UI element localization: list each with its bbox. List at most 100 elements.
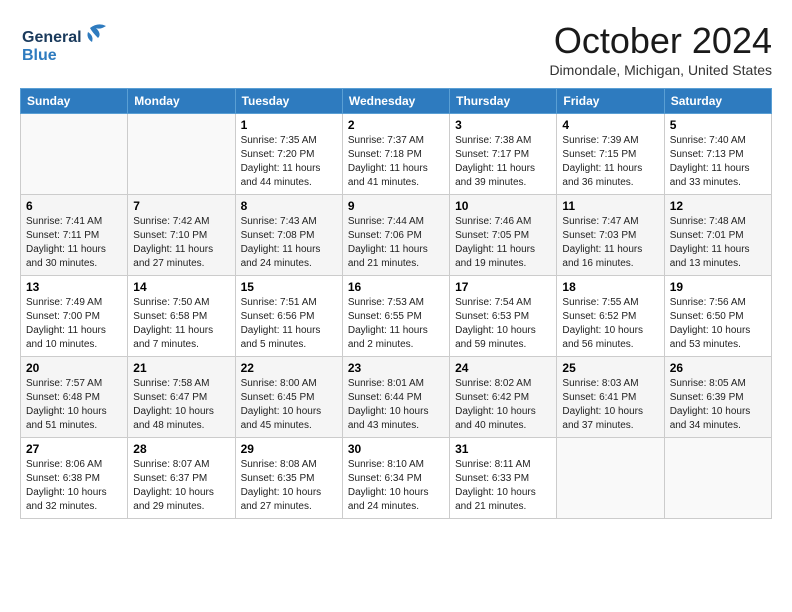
day-number: 4 (562, 118, 658, 132)
day-header-tuesday: Tuesday (235, 89, 342, 114)
day-info: Sunrise: 8:10 AMSunset: 6:34 PMDaylight:… (348, 458, 444, 514)
calendar-cell (664, 438, 771, 519)
day-number: 27 (26, 442, 122, 456)
calendar-cell: 9Sunrise: 7:44 AMSunset: 7:06 PMDaylight… (342, 195, 449, 276)
calendar-cell: 13 Sunrise: 7:49 AMSunset: 7:00 PMDayligh… (21, 276, 128, 357)
day-info: Sunrise: 7:51 AMSunset: 6:56 PMDaylight:… (241, 296, 337, 352)
calendar-cell: 5 Sunrise: 7:40 AMSunset: 7:13 PMDaylight… (664, 114, 771, 195)
day-number: 11 (562, 199, 658, 213)
calendar-cell: 31 Sunrise: 8:11 AMSunset: 6:33 PMDayligh… (450, 438, 557, 519)
calendar-cell: 7Sunrise: 7:42 AMSunset: 7:10 PMDaylight… (128, 195, 235, 276)
day-info: Sunrise: 7:43 AMSunset: 7:08 PMDaylight:… (241, 215, 337, 271)
day-info: Sunrise: 7:37 AMSunset: 7:18 PMDaylight:… (348, 134, 444, 190)
day-info: Sunrise: 8:11 AMSunset: 6:33 PMDaylight:… (455, 458, 551, 514)
day-info: Sunrise: 7:56 AMSunset: 6:50 PMDaylight:… (670, 296, 766, 352)
day-number: 24 (455, 361, 551, 375)
day-number: 14 (133, 280, 229, 294)
day-number: 30 (348, 442, 444, 456)
day-info: Sunrise: 8:02 AMSunset: 6:42 PMDaylight:… (455, 377, 551, 433)
calendar-cell: 19 Sunrise: 7:56 AMSunset: 6:50 PMDayligh… (664, 276, 771, 357)
calendar-table: SundayMondayTuesdayWednesdayThursdayFrid… (20, 88, 772, 519)
day-number: 8 (241, 199, 337, 213)
calendar-cell: 26 Sunrise: 8:05 AMSunset: 6:39 PMDayligh… (664, 357, 771, 438)
logo: General Blue (20, 20, 110, 70)
title-block: October 2024 Dimondale, Michigan, United… (549, 20, 772, 78)
day-number: 23 (348, 361, 444, 375)
day-number: 2 (348, 118, 444, 132)
calendar-cell: 15Sunrise: 7:51 AMSunset: 6:56 PMDayligh… (235, 276, 342, 357)
calendar-cell: 12 Sunrise: 7:48 AMSunset: 7:01 PMDayligh… (664, 195, 771, 276)
calendar-week-5: 27 Sunrise: 8:06 AMSunset: 6:38 PMDayligh… (21, 438, 772, 519)
calendar-cell: 28Sunrise: 8:07 AMSunset: 6:37 PMDayligh… (128, 438, 235, 519)
day-number: 19 (670, 280, 766, 294)
calendar-cell: 3Sunrise: 7:38 AMSunset: 7:17 PMDaylight… (450, 114, 557, 195)
day-number: 9 (348, 199, 444, 213)
calendar-cell: 22 Sunrise: 8:00 AMSunset: 6:45 PMDayligh… (235, 357, 342, 438)
day-info: Sunrise: 7:41 AMSunset: 7:11 PMDaylight:… (26, 215, 122, 271)
day-info: Sunrise: 7:50 AMSunset: 6:58 PMDaylight:… (133, 296, 229, 352)
day-number: 3 (455, 118, 551, 132)
day-info: Sunrise: 8:03 AMSunset: 6:41 PMDaylight:… (562, 377, 658, 433)
day-number: 1 (241, 118, 337, 132)
calendar-cell: 24 Sunrise: 8:02 AMSunset: 6:42 PMDayligh… (450, 357, 557, 438)
day-number: 5 (670, 118, 766, 132)
day-number: 22 (241, 361, 337, 375)
day-info: Sunrise: 8:06 AMSunset: 6:38 PMDaylight:… (26, 458, 122, 514)
calendar-cell: 6 Sunrise: 7:41 AMSunset: 7:11 PMDaylight… (21, 195, 128, 276)
day-info: Sunrise: 8:05 AMSunset: 6:39 PMDaylight:… (670, 377, 766, 433)
logo-svg: General Blue (20, 20, 110, 70)
calendar-week-2: 6 Sunrise: 7:41 AMSunset: 7:11 PMDaylight… (21, 195, 772, 276)
day-info: Sunrise: 7:40 AMSunset: 7:13 PMDaylight:… (670, 134, 766, 190)
day-header-saturday: Saturday (664, 89, 771, 114)
calendar-cell (557, 438, 664, 519)
calendar-cell: 27 Sunrise: 8:06 AMSunset: 6:38 PMDayligh… (21, 438, 128, 519)
calendar-cell: 16Sunrise: 7:53 AMSunset: 6:55 PMDayligh… (342, 276, 449, 357)
calendar-cell: 23Sunrise: 8:01 AMSunset: 6:44 PMDayligh… (342, 357, 449, 438)
day-info: Sunrise: 7:47 AMSunset: 7:03 PMDaylight:… (562, 215, 658, 271)
day-header-sunday: Sunday (21, 89, 128, 114)
calendar-week-1: 1 Sunrise: 7:35 AMSunset: 7:20 PMDaylight… (21, 114, 772, 195)
day-number: 10 (455, 199, 551, 213)
calendar-cell: 17Sunrise: 7:54 AMSunset: 6:53 PMDayligh… (450, 276, 557, 357)
day-header-friday: Friday (557, 89, 664, 114)
day-info: Sunrise: 8:08 AMSunset: 6:35 PMDaylight:… (241, 458, 337, 514)
calendar-cell: 2 Sunrise: 7:37 AMSunset: 7:18 PMDaylight… (342, 114, 449, 195)
day-number: 29 (241, 442, 337, 456)
calendar-header-row: SundayMondayTuesdayWednesdayThursdayFrid… (21, 89, 772, 114)
calendar-week-4: 20Sunrise: 7:57 AMSunset: 6:48 PMDayligh… (21, 357, 772, 438)
month-title: October 2024 (549, 20, 772, 62)
calendar-cell: 29 Sunrise: 8:08 AMSunset: 6:35 PMDayligh… (235, 438, 342, 519)
location-text: Dimondale, Michigan, United States (549, 62, 772, 78)
day-info: Sunrise: 7:48 AMSunset: 7:01 PMDaylight:… (670, 215, 766, 271)
day-info: Sunrise: 7:53 AMSunset: 6:55 PMDaylight:… (348, 296, 444, 352)
calendar-cell: 1 Sunrise: 7:35 AMSunset: 7:20 PMDaylight… (235, 114, 342, 195)
day-info: Sunrise: 7:49 AMSunset: 7:00 PMDaylight:… (26, 296, 122, 352)
day-info: Sunrise: 7:58 AMSunset: 6:47 PMDaylight:… (133, 377, 229, 433)
calendar-cell (21, 114, 128, 195)
svg-text:Blue: Blue (22, 47, 57, 64)
calendar-week-3: 13 Sunrise: 7:49 AMSunset: 7:00 PMDayligh… (21, 276, 772, 357)
day-number: 26 (670, 361, 766, 375)
day-header-wednesday: Wednesday (342, 89, 449, 114)
page-header: General Blue October 2024 Dimondale, Mic… (20, 20, 772, 78)
day-number: 6 (26, 199, 122, 213)
calendar-cell: 4 Sunrise: 7:39 AMSunset: 7:15 PMDaylight… (557, 114, 664, 195)
calendar-cell: 8 Sunrise: 7:43 AMSunset: 7:08 PMDaylight… (235, 195, 342, 276)
day-info: Sunrise: 8:00 AMSunset: 6:45 PMDaylight:… (241, 377, 337, 433)
svg-text:General: General (22, 29, 82, 46)
day-number: 13 (26, 280, 122, 294)
day-header-monday: Monday (128, 89, 235, 114)
calendar-cell: 18Sunrise: 7:55 AMSunset: 6:52 PMDayligh… (557, 276, 664, 357)
day-header-thursday: Thursday (450, 89, 557, 114)
day-number: 25 (562, 361, 658, 375)
calendar-cell: 30 Sunrise: 8:10 AMSunset: 6:34 PMDayligh… (342, 438, 449, 519)
day-number: 12 (670, 199, 766, 213)
day-info: Sunrise: 7:35 AMSunset: 7:20 PMDaylight:… (241, 134, 337, 190)
day-info: Sunrise: 7:55 AMSunset: 6:52 PMDaylight:… (562, 296, 658, 352)
day-info: Sunrise: 7:57 AMSunset: 6:48 PMDaylight:… (26, 377, 122, 433)
day-info: Sunrise: 7:39 AMSunset: 7:15 PMDaylight:… (562, 134, 658, 190)
day-number: 31 (455, 442, 551, 456)
day-number: 28 (133, 442, 229, 456)
day-info: Sunrise: 7:54 AMSunset: 6:53 PMDaylight:… (455, 296, 551, 352)
day-number: 7 (133, 199, 229, 213)
